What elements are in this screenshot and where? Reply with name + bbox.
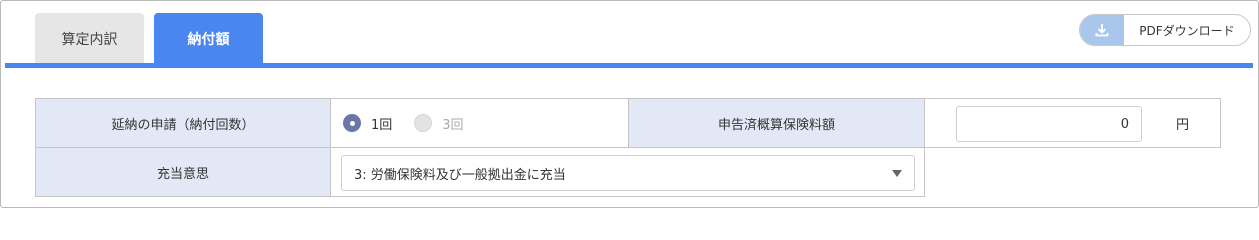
installment-label: 延納の申請（納付回数） [35, 98, 331, 148]
yen-unit: 円 [1176, 118, 1190, 133]
tab-payment-amount[interactable]: 納付額 [154, 13, 263, 65]
installment-radio-group: 1回 3回 [343, 99, 486, 147]
pdf-download-button[interactable]: PDFダウンロード [1079, 14, 1251, 46]
allocation-select-value: 3: 労働保険料及び一般拠出金に充当 [354, 167, 566, 183]
radio-selected-icon [343, 114, 361, 132]
installment-radio-cell: 1回 3回 [330, 98, 629, 148]
pdf-download-label: PDFダウンロード [1139, 23, 1235, 38]
allocation-label: 充当意思 [35, 147, 331, 197]
radio-3-times-label: 3回 [442, 117, 464, 133]
tab-calculation-breakdown[interactable]: 算定内訳 [35, 13, 144, 65]
declared-premium-input[interactable] [956, 106, 1142, 142]
radio-1-time-label: 1回 [371, 117, 393, 133]
declared-premium-label: 申告済概算保険料額 [628, 98, 925, 148]
download-icon [1080, 15, 1124, 45]
radio-3-times[interactable]: 3回 [414, 114, 464, 133]
allocation-select[interactable]: 3: 労働保険料及び一般拠出金に充当 [341, 155, 915, 191]
declared-premium-cell: 円 [924, 98, 1221, 148]
dropdown-arrow-icon [892, 170, 902, 177]
tab-underline [5, 63, 1253, 68]
radio-1-time[interactable]: 1回 [343, 114, 392, 133]
radio-unselected-icon [414, 114, 433, 132]
page-frame: 算定内訳 納付額 PDFダウンロード 延納の申請（納付回数） 1回 3回 申告済… [0, 0, 1259, 208]
allocation-select-cell: 3: 労働保険料及び一般拠出金に充当 [330, 147, 925, 197]
